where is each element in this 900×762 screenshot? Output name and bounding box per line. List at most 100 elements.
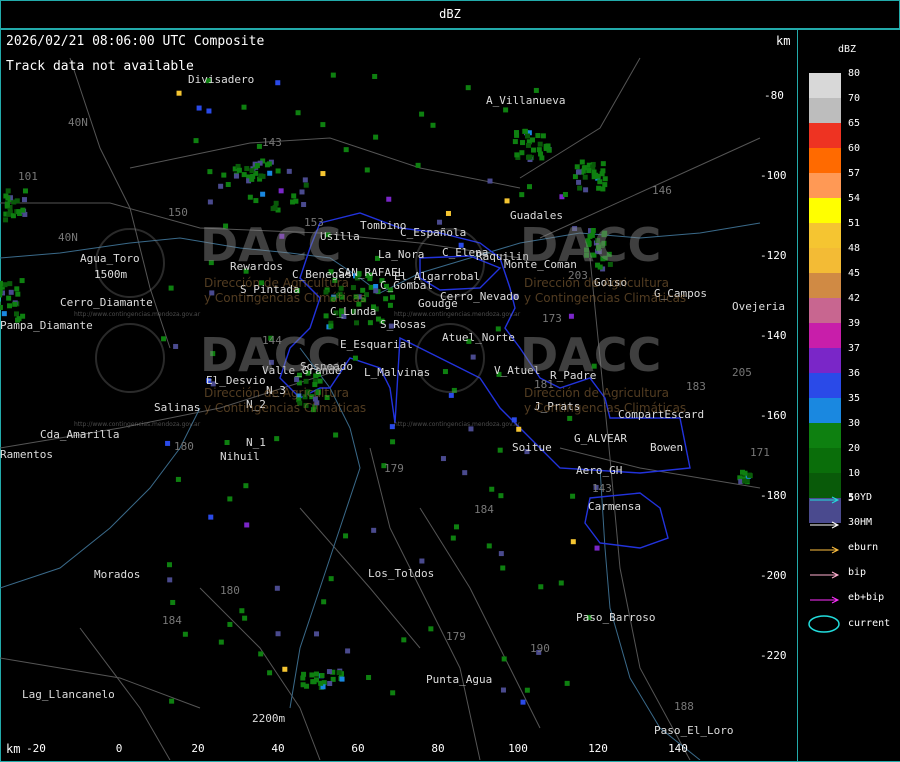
y-tick-label: -140 [760, 329, 787, 342]
radar-echo-pixel [301, 202, 307, 208]
radar-echo-pixel [536, 147, 542, 153]
radar-echo-pixel [538, 584, 544, 590]
place-label: Cerro_Nevado [440, 290, 520, 303]
title-text: dBZ [439, 7, 461, 21]
road-number: 171 [750, 446, 770, 459]
track-arrow-icon [810, 596, 840, 604]
radar-echo-pixel [323, 313, 329, 319]
radar-echo-pixel [208, 514, 214, 520]
watermark-url: http://www.contingencias.mendoza.gov.ar [74, 421, 201, 428]
track-arrow-icon [810, 496, 840, 504]
radar-echo-pixel [383, 296, 389, 302]
track-arrow-icon [810, 571, 840, 579]
radar-echo-pixel [327, 681, 333, 687]
radar-echo-pixel [597, 179, 603, 185]
radar-echo-pixel [326, 669, 332, 675]
radar-echo-pixel [258, 651, 264, 657]
radar-echo-pixel [242, 615, 248, 621]
radar-echo-pixel [274, 436, 280, 442]
radar-echo-pixel [206, 108, 212, 114]
radar-echo-pixel [354, 320, 360, 326]
radar-echo-pixel [274, 585, 280, 591]
track-status-message: Track data not available [6, 59, 194, 74]
radar-echo-pixel [602, 176, 608, 182]
radar-echo-pixel [514, 132, 520, 138]
radar-echo-pixel [249, 176, 255, 182]
radar-echo-pixel [576, 169, 582, 175]
x-tick-label: 40 [271, 742, 285, 755]
radar-echo-pixel [4, 202, 10, 208]
x-tick-label: 80 [431, 742, 445, 755]
radar-echo-pixel [437, 219, 443, 225]
radar-echo-pixel [530, 147, 536, 153]
radar-echo-pixel [167, 577, 173, 583]
x-tick-label: -20 [26, 742, 46, 755]
road-number: 146 [652, 184, 672, 197]
radar-echo-pixel [21, 197, 27, 203]
radar-echo-pixel [267, 670, 273, 676]
radar-echo-pixel [543, 145, 549, 151]
x-tick-label: 0 [115, 742, 123, 755]
legend-swatch [809, 323, 841, 348]
radar-echo-pixel [540, 133, 546, 139]
radar-echo-pixel [314, 671, 320, 677]
radar-echo-pixel [525, 142, 531, 148]
radar-echo-pixel [275, 631, 281, 637]
radar-echo-pixel [275, 80, 281, 86]
y-tick-label: -160 [760, 409, 787, 422]
radar-echo-pixel [175, 476, 181, 482]
radar-echo-pixel [225, 182, 231, 188]
watermark-url: http://www.contingencias.mendoza.gov.ar [394, 421, 521, 428]
track-arrow-icon [810, 546, 840, 554]
legend-swatch [809, 73, 841, 98]
radar-echo-pixel [286, 168, 292, 174]
legend-value: 70 [848, 93, 861, 104]
legend-swatch [809, 348, 841, 373]
radar-echo-pixel [512, 139, 518, 145]
legend-value: 45 [848, 268, 861, 279]
legend-swatch [809, 448, 841, 473]
radar-echo-pixel [227, 496, 233, 502]
place-label: Paso_Barroso [576, 611, 656, 624]
radar-echo-pixel [386, 196, 392, 202]
y-axis-unit: km [776, 34, 791, 48]
radar-echo-pixel [218, 183, 224, 189]
radar-echo-pixel [244, 166, 250, 172]
place-label: C_Lunda [330, 305, 377, 318]
radar-echo-pixel [390, 294, 396, 300]
y-tick-label: -220 [760, 649, 787, 662]
title-bar: dBZ [0, 0, 900, 30]
watermark-line2: y Contingencias Climáticas [204, 291, 367, 305]
legend-value: 39 [848, 318, 861, 329]
radar-echo-pixel [470, 354, 476, 360]
radar-echo-pixel [0, 280, 3, 286]
radar-echo-pixel [173, 343, 179, 349]
radar-echo-pixel [343, 147, 349, 153]
radar-echo-pixel [442, 369, 448, 375]
radar-echo-pixel [227, 621, 233, 627]
x-tick-label: 60 [351, 742, 365, 755]
y-tick-label: -200 [760, 569, 787, 582]
radar-echo-pixel [415, 162, 421, 168]
place-label: Lag_Llancanelo [22, 688, 115, 701]
radar-echo-pixel [333, 432, 339, 438]
radar-echo-pixel [241, 104, 247, 110]
current-legend-label: current [848, 618, 891, 629]
radar-echo-pixel [290, 199, 296, 205]
radar-echo-pixel [295, 110, 301, 116]
radar-echo-pixel [282, 666, 288, 672]
radar-echo-pixel [576, 179, 582, 185]
x-tick-label: 100 [508, 742, 528, 755]
road-number: 180 [174, 440, 194, 453]
place-label: Atuel_Norte [442, 331, 515, 344]
radar-echo-pixel [176, 90, 182, 96]
legend-value: 57 [848, 168, 861, 179]
legend-swatch [809, 373, 841, 398]
radar-echo-pixel [0, 301, 1, 307]
legend-swatch [809, 173, 841, 198]
radar-echo-pixel [7, 303, 13, 309]
radar-echo-pixel [253, 198, 259, 204]
radar-echo-pixel [161, 336, 167, 342]
radar-map[interactable] [0, 28, 796, 760]
legend-value: 65 [848, 118, 861, 129]
